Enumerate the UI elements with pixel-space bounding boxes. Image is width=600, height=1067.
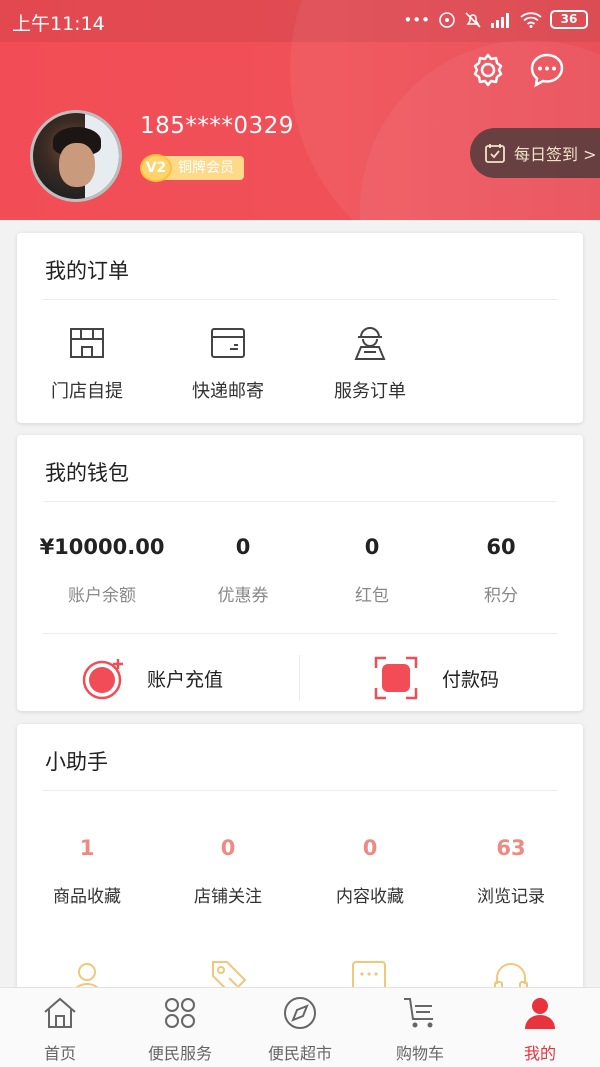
profile-icon: [525, 998, 555, 1029]
helper-followed-stores-value: 0: [220, 836, 236, 860]
tab-label: 便民超市: [267, 1044, 332, 1063]
status-time: 上午11:14: [12, 13, 105, 35]
compass-icon: [284, 997, 316, 1029]
wallet-card: 我的钱包 ¥10000.00 账户余额 0 优惠券 0 红包 60 积分 账户充…: [17, 435, 583, 711]
tab-label: 首页: [43, 1044, 76, 1063]
more-dots-icon: •••: [403, 10, 430, 29]
wallet-red-packets-value: 0: [364, 535, 380, 559]
tab-label: 购物车: [395, 1044, 444, 1063]
wallet-coupons[interactable]: 0 优惠券: [173, 535, 313, 606]
recharge-icon: [82, 659, 123, 700]
tab-supermarket[interactable]: 便民超市: [240, 996, 360, 1064]
payment-code-icon: [374, 656, 418, 700]
recharge-label: 账户充值: [147, 668, 224, 691]
helper-favorite-content-value: 0: [362, 836, 378, 860]
mute-icon: [465, 11, 481, 28]
helper-favorite-content-label: 内容收藏: [336, 887, 404, 907]
wallet-points-value: 60: [486, 535, 516, 559]
wifi-icon: [520, 11, 542, 28]
parcel-icon: [211, 328, 245, 358]
order-item-label: 服务订单: [334, 381, 406, 402]
hotspot-icon: [439, 11, 455, 28]
checkin-label: 每日签到 >: [514, 145, 597, 164]
wallet-red-packets[interactable]: 0 红包: [302, 535, 442, 606]
cart-icon: [404, 998, 433, 1028]
order-service[interactable]: 服务订单: [310, 323, 430, 403]
order-item-label: 快递邮寄: [192, 381, 264, 402]
helper-card: 小助手 1 商品收藏 0 店铺关注 0 内容收藏 63 浏览记录: [17, 724, 583, 1004]
member-level: V2: [140, 154, 172, 182]
message-icon[interactable]: [529, 52, 565, 88]
wallet-coupons-label: 优惠券: [217, 586, 269, 606]
avatar-face: [59, 143, 95, 187]
status-icons: ••• 36: [403, 10, 588, 29]
store-icon: [70, 328, 104, 358]
helper-favorite-products-label: 商品收藏: [53, 887, 121, 907]
helper-favorite-products-value: 1: [79, 836, 95, 860]
wallet-balance-value: ¥10000.00: [39, 535, 165, 559]
order-store-pickup[interactable]: 门店自提: [27, 323, 147, 403]
divider: [43, 790, 557, 791]
button-separator: [299, 655, 300, 701]
user-phone: 185****0329: [140, 113, 294, 139]
helper-followed-stores[interactable]: 0 店铺关注: [158, 836, 298, 907]
profile-header: 上午11:14 ••• 36 185****0329 V2 铜牌会员 每日签到 …: [0, 0, 600, 220]
orders-card: 我的订单 门店自提 快递邮寄 服务订单: [17, 233, 583, 423]
orders-title: 我的订单: [45, 259, 129, 283]
calendar-check-icon: [485, 144, 505, 163]
battery-icon: 36: [550, 10, 588, 29]
order-item-label: 门店自提: [51, 381, 123, 402]
settings-gear-icon[interactable]: [470, 52, 506, 88]
wallet-balance[interactable]: ¥10000.00 账户余额: [32, 535, 172, 606]
tab-cart[interactable]: 购物车: [360, 996, 480, 1064]
wallet-red-packets-label: 红包: [355, 586, 389, 606]
wallet-title: 我的钱包: [45, 461, 129, 485]
wallet-coupons-value: 0: [235, 535, 251, 559]
tab-home[interactable]: 首页: [0, 996, 120, 1064]
helper-favorite-content[interactable]: 0 内容收藏: [300, 836, 440, 907]
member-label: 铜牌会员: [162, 156, 244, 180]
tab-label: 我的: [523, 1044, 556, 1063]
helper-browse-history[interactable]: 63 浏览记录: [441, 836, 581, 907]
tab-mine[interactable]: 我的: [480, 996, 600, 1064]
payment-code-label: 付款码: [442, 668, 500, 691]
daily-checkin-button[interactable]: 每日签到 >: [470, 128, 600, 178]
status-bar: 上午11:14 ••• 36: [0, 0, 600, 42]
helper-browse-history-value: 63: [496, 836, 526, 860]
tab-label: 便民服务: [147, 1044, 212, 1063]
divider: [43, 633, 557, 634]
helper-browse-history-label: 浏览记录: [477, 887, 545, 907]
avatar[interactable]: [30, 110, 122, 202]
tab-services[interactable]: 便民服务: [120, 996, 240, 1064]
home-icon: [44, 997, 76, 1028]
payment-code-button[interactable]: 付款码: [374, 653, 499, 703]
divider: [43, 501, 557, 502]
helper-followed-stores-label: 店铺关注: [194, 887, 262, 907]
grid-icon: [165, 998, 195, 1028]
bottom-tab-bar: 首页 便民服务 便民超市 购物车 我的: [0, 987, 600, 1067]
order-express[interactable]: 快递邮寄: [168, 323, 288, 403]
member-badge: V2 铜牌会员: [140, 154, 244, 182]
wallet-points[interactable]: 60 积分: [431, 535, 571, 606]
signal-icon: [491, 12, 509, 28]
divider: [43, 299, 557, 300]
wallet-points-label: 积分: [484, 586, 518, 606]
service-person-icon: [354, 327, 386, 360]
wallet-balance-label: 账户余额: [68, 586, 136, 606]
helper-favorite-products[interactable]: 1 商品收藏: [17, 836, 157, 907]
helper-title: 小助手: [45, 750, 108, 774]
recharge-button[interactable]: 账户充值: [81, 653, 223, 703]
